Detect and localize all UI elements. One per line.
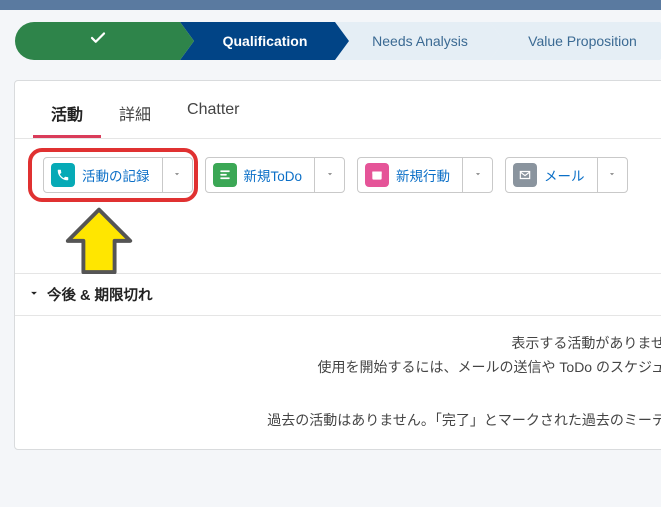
empty-line-2: 使用を開始するには、メールの送信や ToDo のスケジュール bbox=[15, 356, 661, 380]
path-stage-label: Value Proposition bbox=[528, 33, 637, 49]
activity-panel: 活動 詳細 Chatter 活動の記録 bbox=[14, 80, 661, 450]
action-label: 活動の記録 bbox=[82, 165, 150, 185]
new-task-dropdown[interactable] bbox=[314, 158, 344, 192]
calendar-icon bbox=[365, 163, 389, 187]
phone-icon bbox=[51, 163, 75, 187]
email-button[interactable]: メール bbox=[506, 158, 597, 192]
chevron-down-icon bbox=[607, 166, 617, 184]
new-task-button[interactable]: 新規ToDo bbox=[206, 158, 315, 192]
empty-state: 表示する活動がありません。 使用を開始するには、メールの送信や ToDo のスケ… bbox=[15, 316, 661, 380]
email-dropdown[interactable] bbox=[597, 158, 627, 192]
path-stages: Qualification Needs Analysis Value Propo… bbox=[15, 22, 661, 60]
action-label: 新規ToDo bbox=[244, 165, 303, 185]
past-line: 過去の活動はありません。「完了」とマークされた過去のミーティン bbox=[15, 410, 661, 430]
action-log-call: 活動の記録 bbox=[43, 157, 193, 193]
chevron-down-icon bbox=[27, 286, 41, 304]
chevron-down-icon bbox=[325, 166, 335, 184]
path-stage-complete[interactable] bbox=[15, 22, 180, 60]
new-event-button[interactable]: 新規行動 bbox=[358, 158, 462, 192]
path-stage-label: Needs Analysis bbox=[372, 33, 468, 49]
empty-line-1: 表示する活動がありません。 bbox=[15, 332, 661, 356]
task-icon bbox=[213, 163, 237, 187]
check-icon bbox=[89, 23, 107, 61]
tab-label: 詳細 bbox=[119, 107, 151, 124]
chevron-down-icon bbox=[473, 166, 483, 184]
section-upcoming-header[interactable]: 今後 & 期限切れ bbox=[15, 273, 661, 316]
section-title: 今後 & 期限切れ bbox=[47, 284, 153, 305]
log-call-button[interactable]: 活動の記録 bbox=[44, 158, 162, 192]
mail-icon bbox=[513, 163, 537, 187]
action-new-event: 新規行動 bbox=[357, 157, 493, 193]
action-label: メール bbox=[544, 165, 585, 185]
past-state: 過去の活動はありません。「完了」とマークされた過去のミーティン bbox=[15, 380, 661, 430]
chevron-down-icon bbox=[172, 166, 182, 184]
new-event-dropdown[interactable] bbox=[462, 158, 492, 192]
tab-label: 活動 bbox=[51, 107, 83, 124]
action-label: 新規行動 bbox=[396, 165, 450, 185]
tab-detail[interactable]: 詳細 bbox=[101, 89, 169, 138]
path-stage-next[interactable]: Needs Analysis bbox=[335, 22, 490, 60]
path-stage-label: Qualification bbox=[223, 33, 308, 49]
log-call-dropdown[interactable] bbox=[162, 158, 192, 192]
tab-chatter[interactable]: Chatter bbox=[169, 89, 257, 138]
tab-label: Chatter bbox=[187, 101, 239, 118]
top-decorative-bar bbox=[0, 0, 661, 10]
path-stage-current[interactable]: Qualification bbox=[180, 22, 335, 60]
action-new-task: 新規ToDo bbox=[205, 157, 346, 193]
action-email: メール bbox=[505, 157, 628, 193]
path-stage-next-2[interactable]: Value Proposition bbox=[490, 22, 660, 60]
panel-tabs: 活動 詳細 Chatter bbox=[15, 89, 661, 139]
tab-activity[interactable]: 活動 bbox=[33, 89, 101, 138]
actions-row: 活動の記録 新規ToDo bbox=[15, 139, 661, 193]
